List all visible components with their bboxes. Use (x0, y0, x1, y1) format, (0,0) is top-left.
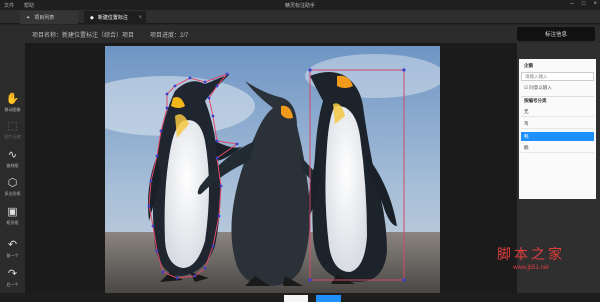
window-controls: – □ × (571, 1, 597, 7)
annotation-info-header: 标注信息 (517, 27, 595, 41)
watermark-url: www.jb51.net (513, 265, 549, 271)
tool-move-image[interactable]: ✋ 移动图像 (0, 93, 25, 119)
close-icon[interactable]: × (593, 1, 597, 7)
star-icon: ◆ (90, 14, 94, 21)
rect-handle[interactable] (402, 68, 406, 72)
color-swatch-white[interactable] (284, 295, 308, 302)
menu-bar: 文件 帮助 精灵标注助手 – □ × (0, 0, 600, 10)
tab-close-icon[interactable]: × (138, 15, 142, 21)
tab-label: 项目列表 (34, 15, 55, 21)
tab-bar: ✦ 项目列表 ◆ 新建位置标注 × (0, 10, 600, 24)
list-item[interactable]: 鸟 (521, 120, 594, 129)
minimize-icon[interactable]: – (571, 1, 574, 7)
tool-next[interactable]: ↷ 后一个 (0, 268, 25, 294)
list-item[interactable]: 鹅 (521, 144, 594, 153)
tool-rectangle-box[interactable]: ▣ 矩形框 (0, 206, 25, 232)
tool-sidebar: ✋ 移动图像 ⬚ 图片压缩 ∿ 曲线框 ⬡ 多边形框 ▣ 矩形框 ↶ 前一个 ↷… (0, 43, 25, 293)
rectangle-icon: ▣ (7, 206, 18, 218)
project-progress: 项目进度：2/7 (150, 33, 189, 39)
tool-polygon-box[interactable]: ⬡ 多边形框 (0, 177, 25, 203)
list-item[interactable]: 无 (521, 108, 594, 117)
window-title: 精灵标注助手 (284, 2, 315, 9)
annotated-image[interactable] (105, 46, 440, 293)
crop-icon: ⬚ (7, 120, 18, 132)
watermark-text: 脚本之家 (497, 247, 565, 263)
annotation-canvas[interactable] (25, 43, 517, 293)
color-swatch-blue[interactable] (316, 295, 341, 302)
tab-project-list[interactable]: ✦ 项目列表 (20, 11, 78, 24)
status-bar (0, 293, 600, 302)
tab-label: 新建位置标注 (97, 15, 128, 21)
attribute-checkbox[interactable]: ☑ 同意以输入 (521, 83, 594, 92)
polygon-icon: ⬡ (7, 177, 18, 189)
tool-curve-box[interactable]: ∿ 曲线框 (0, 149, 25, 175)
curve-icon: ∿ (7, 149, 18, 161)
watermark: 脚本之家 www.jb51.net (488, 244, 574, 271)
arrow-right-icon: ↷ (7, 268, 18, 280)
app-window: 文件 帮助 精灵标注助手 – □ × ✦ 项目列表 ◆ 新建位置标注 × 项目名… (0, 0, 600, 302)
checkbox-label: 同意以输入 (529, 84, 552, 90)
rect-handle[interactable] (308, 278, 312, 282)
tool-previous[interactable]: ↶ 前一个 (0, 239, 25, 265)
hand-icon: ✋ (5, 93, 20, 105)
list-title: 按编号分类 (521, 96, 594, 105)
rect-handle[interactable] (402, 278, 406, 282)
attribute-box: 企鹅 请输入输入 ☑ 同意以输入 按编号分类 无 鸟 鸭 鹅 (519, 59, 596, 199)
penguin-photo (105, 46, 440, 293)
attribute-input[interactable]: 请输入输入 (521, 72, 594, 81)
group-title: 企鹅 (524, 62, 533, 68)
arrow-left-icon: ↶ (7, 239, 18, 251)
rect-handle[interactable] (308, 68, 312, 72)
tool-image-compress: ⬚ 图片压缩 (0, 120, 25, 146)
project-info-bar: 项目名称：新建位置标注（综合）项目 项目进度：2/7 标注信息 (0, 25, 600, 43)
list-item-selected[interactable]: 鸭 (521, 132, 594, 141)
project-name: 项目名称：新建位置标注（综合）项目 (32, 33, 135, 39)
maximize-icon[interactable]: □ (582, 1, 586, 7)
home-icon: ✦ (26, 14, 31, 21)
tab-new-annotation[interactable]: ◆ 新建位置标注 × (84, 11, 146, 24)
